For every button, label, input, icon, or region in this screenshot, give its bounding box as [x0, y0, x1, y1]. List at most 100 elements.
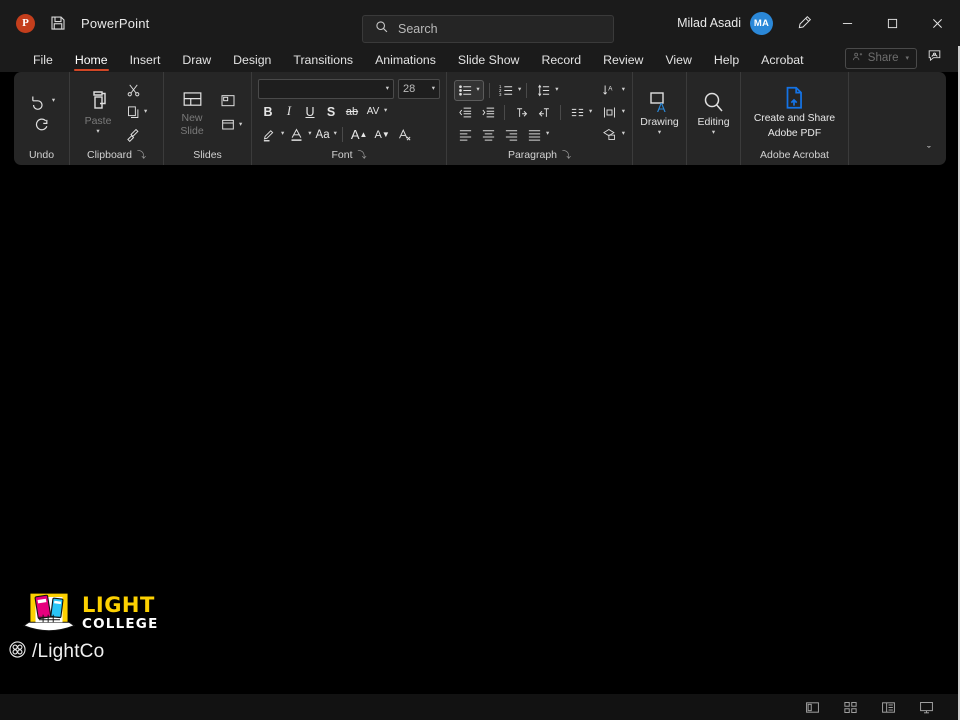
- line-spacing-button[interactable]: [532, 80, 554, 101]
- character-spacing-caret-icon[interactable]: ▾: [384, 108, 387, 115]
- text-highlight-caret-icon[interactable]: ▾: [281, 131, 284, 138]
- tab-acrobat[interactable]: Acrobat: [750, 53, 814, 72]
- change-case-caret-icon[interactable]: ▾: [334, 131, 337, 138]
- strikethrough-button[interactable]: ab: [342, 101, 362, 122]
- format-painter-button[interactable]: [122, 124, 144, 145]
- tab-insert[interactable]: Insert: [119, 53, 172, 72]
- font-color-button[interactable]: [285, 124, 307, 145]
- paste-caret-icon[interactable]: ▾: [96, 129, 99, 136]
- reading-view-button[interactable]: [878, 698, 898, 716]
- left-to-right-paragraph-button[interactable]: [510, 102, 532, 123]
- numbering-caret-icon[interactable]: ▾: [518, 87, 521, 94]
- tab-draw[interactable]: Draw: [171, 53, 222, 72]
- search-placeholder: Search: [398, 22, 438, 36]
- clipboard-label-text: Clipboard: [87, 149, 132, 161]
- normal-view-button[interactable]: [802, 698, 822, 716]
- comments-button[interactable]: [921, 46, 948, 70]
- tab-slide-show[interactable]: Slide Show: [447, 53, 531, 72]
- align-text-caret-icon[interactable]: ▾: [622, 109, 625, 116]
- font-dialog-launcher[interactable]: ⤵: [358, 148, 367, 161]
- new-slide-button[interactable]: New Slide: [170, 86, 214, 139]
- bullets-button[interactable]: ▾: [454, 80, 484, 101]
- maximize-button[interactable]: [870, 0, 915, 46]
- justify-caret-icon[interactable]: ▾: [546, 131, 549, 138]
- section-button[interactable]: [217, 115, 239, 136]
- tab-help[interactable]: Help: [703, 53, 750, 72]
- search-input[interactable]: Search: [362, 15, 614, 43]
- text-highlight-color-button[interactable]: [258, 124, 280, 145]
- editing-button[interactable]: Editing ▾: [693, 87, 733, 140]
- ribbon-group-adobe-acrobat: Create and Share Adobe PDF Adobe Acrobat: [741, 72, 849, 165]
- bullets-caret-icon[interactable]: ▾: [476, 87, 479, 94]
- decrease-font-size-button[interactable]: A▼: [371, 124, 392, 145]
- tab-animations[interactable]: Animations: [364, 53, 447, 72]
- tab-home[interactable]: Home: [64, 53, 119, 72]
- account-button[interactable]: Milad Asadi MA: [677, 12, 783, 35]
- right-to-left-paragraph-button[interactable]: [533, 102, 555, 123]
- cut-button[interactable]: [122, 80, 144, 101]
- convert-to-smartart-button[interactable]: [599, 124, 621, 145]
- decrease-indent-button[interactable]: [454, 102, 476, 123]
- clear-formatting-button[interactable]: [394, 124, 416, 145]
- paste-label: Paste: [85, 115, 112, 127]
- align-left-button[interactable]: [454, 124, 476, 145]
- tab-design[interactable]: Design: [222, 53, 282, 72]
- paste-button[interactable]: Paste ▾: [76, 86, 120, 139]
- text-direction-button[interactable]: A: [599, 80, 621, 101]
- columns-button[interactable]: [566, 102, 588, 123]
- font-name-caret-icon[interactable]: ▾: [386, 86, 389, 93]
- redo-button[interactable]: [31, 115, 53, 136]
- font-size-input[interactable]: 28 ▾: [398, 79, 440, 99]
- align-center-button[interactable]: [477, 124, 499, 145]
- numbering-button[interactable]: 1 2 3: [495, 80, 517, 101]
- tab-review[interactable]: Review: [592, 53, 654, 72]
- slide-canvas[interactable]: LIGHT COLLEGE /LightCo: [0, 169, 960, 694]
- drawing-caret-icon[interactable]: ▾: [658, 130, 661, 137]
- change-case-button[interactable]: Aa: [313, 124, 333, 145]
- section-caret-icon[interactable]: ▾: [239, 122, 242, 129]
- align-text-button[interactable]: [599, 102, 621, 123]
- line-spacing-caret-icon[interactable]: ▾: [555, 87, 558, 94]
- columns-caret-icon[interactable]: ▾: [589, 109, 592, 116]
- slide-sorter-view-button[interactable]: [840, 698, 860, 716]
- font-color-caret-icon[interactable]: ▾: [308, 131, 311, 138]
- bold-button[interactable]: B: [258, 101, 278, 122]
- justify-button[interactable]: [523, 124, 545, 145]
- comments-icon: [927, 50, 942, 67]
- copy-caret-icon[interactable]: ▾: [144, 109, 147, 116]
- slide-layout-button[interactable]: [217, 91, 239, 112]
- text-direction-caret-icon[interactable]: ▾: [622, 87, 625, 94]
- pen-highlighter-icon[interactable]: [783, 0, 825, 46]
- tab-transitions[interactable]: Transitions: [282, 53, 364, 72]
- svg-text:A: A: [657, 100, 666, 114]
- increase-indent-button[interactable]: [477, 102, 499, 123]
- text-shadow-button[interactable]: S: [321, 101, 341, 122]
- smartart-caret-icon[interactable]: ▾: [622, 131, 625, 138]
- close-button[interactable]: [915, 0, 960, 46]
- undo-button[interactable]: [28, 91, 50, 112]
- align-right-button[interactable]: [500, 124, 522, 145]
- italic-button[interactable]: I: [279, 101, 299, 122]
- clipboard-dialog-launcher[interactable]: ⤵: [137, 148, 146, 161]
- undo-caret-icon[interactable]: ▾: [52, 98, 55, 105]
- save-icon[interactable]: [49, 14, 67, 32]
- tab-view[interactable]: View: [654, 53, 702, 72]
- acrobat-button-line1: Create and Share: [754, 113, 835, 126]
- avatar[interactable]: MA: [750, 12, 773, 35]
- collapse-ribbon-button[interactable]: ˇ: [920, 142, 938, 160]
- increase-font-size-button[interactable]: A▲: [348, 124, 371, 145]
- slide-show-button[interactable]: [916, 698, 936, 716]
- font-name-input[interactable]: ▾: [258, 79, 394, 99]
- minimize-button[interactable]: [825, 0, 870, 46]
- copy-button[interactable]: [122, 102, 144, 123]
- font-size-caret-icon[interactable]: ▾: [432, 86, 435, 93]
- editing-caret-icon[interactable]: ▾: [712, 130, 715, 137]
- tab-file[interactable]: File: [22, 53, 64, 72]
- create-and-share-adobe-pdf-button[interactable]: Create and Share Adobe PDF: [750, 82, 839, 144]
- tab-record[interactable]: Record: [530, 53, 592, 72]
- drawing-button[interactable]: A Drawing ▾: [636, 87, 683, 140]
- underline-button[interactable]: U: [300, 101, 320, 122]
- paragraph-dialog-launcher[interactable]: ⤵: [562, 148, 571, 161]
- share-button[interactable]: Share ▾: [845, 48, 917, 69]
- character-spacing-button[interactable]: AV: [363, 101, 383, 122]
